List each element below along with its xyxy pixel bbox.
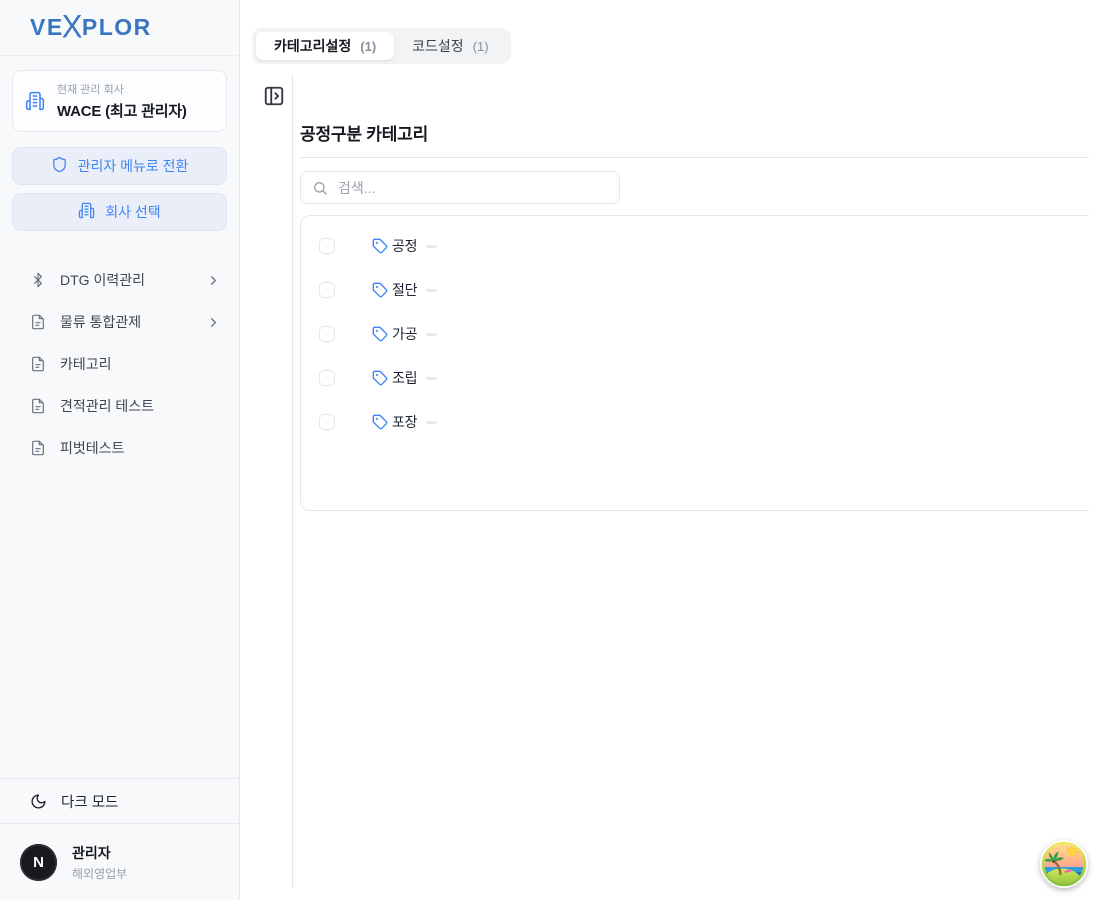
category-checkbox[interactable] — [319, 370, 335, 386]
tropical-island-icon — [1040, 840, 1088, 888]
tag-icon — [372, 238, 388, 254]
category-label: 조립 — [392, 368, 417, 388]
company-card-value: WACE (최고 관리자) — [57, 100, 187, 121]
sidebar-item-label: 견적관리 테스트 — [60, 396, 154, 416]
page-title: 공정구분 카테고리 — [300, 120, 428, 145]
title-divider — [300, 157, 1089, 158]
category-checkbox[interactable] — [319, 238, 335, 254]
category-label: 절단 — [392, 280, 417, 300]
document-icon — [30, 398, 46, 414]
category-search — [300, 171, 620, 204]
user-department: 해외영업부 — [72, 865, 127, 882]
category-row[interactable]: 가공 — [301, 320, 1089, 348]
switch-admin-menu-label: 관리자 메뉴로 전환 — [78, 156, 189, 176]
shield-icon — [51, 156, 68, 176]
search-input[interactable] — [336, 179, 608, 197]
sidebar-item-logistics-control[interactable]: 물류 통합관제 — [0, 304, 239, 340]
sidebar-item-quote-test[interactable]: 견적관리 테스트 — [0, 388, 239, 424]
avatar: N — [20, 844, 57, 881]
content-divider — [292, 75, 293, 888]
document-icon — [30, 440, 46, 456]
category-checkbox[interactable] — [319, 282, 335, 298]
avatar-initial: N — [33, 854, 44, 871]
category-dash — [426, 289, 437, 292]
tag-icon — [372, 370, 388, 386]
tag-icon — [372, 414, 388, 430]
switch-admin-menu-button[interactable]: 관리자 메뉴로 전환 — [12, 147, 227, 185]
sidebar-item-label: 물류 통합관제 — [60, 312, 141, 332]
app-window: VEXPLOR 현재 관리 회사 WACE (최고 관리자) 관리자 메뉴로 전… — [0, 0, 1100, 900]
vexplor-logo[interactable]: VEXPLOR — [30, 12, 152, 43]
category-dash — [426, 333, 437, 336]
category-row[interactable]: 조립 — [301, 364, 1089, 392]
building-icon — [25, 91, 45, 111]
document-icon — [30, 356, 46, 372]
current-company-card: 현재 관리 회사 WACE (최고 관리자) — [12, 70, 227, 132]
sidebar-item-label: DTG 이력관리 — [60, 270, 145, 290]
logo-area: VEXPLOR — [0, 0, 239, 56]
select-company-label: 회사 선택 — [105, 202, 160, 222]
sidebar-item-label: 피벗테스트 — [60, 438, 124, 458]
category-checkbox[interactable] — [319, 414, 335, 430]
user-profile[interactable]: N 관리자 해외영업부 — [0, 824, 239, 900]
category-dash — [426, 421, 437, 424]
main-content: 공정구분 카테고리 공정 — [300, 0, 1089, 900]
logo-text-right: PLOR — [82, 16, 152, 39]
logo-text-x: X — [62, 10, 84, 43]
tag-icon — [372, 282, 388, 298]
sidebar-item-category[interactable]: 카테고리 — [0, 346, 239, 382]
category-row[interactable]: 공정 — [301, 232, 1089, 260]
dark-mode-label: 다크 모드 — [61, 791, 118, 812]
sidebar-collapse-toggle-icon[interactable] — [263, 85, 285, 107]
chevron-right-icon — [206, 273, 221, 288]
category-label: 가공 — [392, 324, 417, 344]
category-dash — [426, 377, 437, 380]
moon-icon — [30, 793, 47, 810]
building-icon — [78, 202, 95, 222]
sidebar-item-pivot-test[interactable]: 피벗테스트 — [0, 430, 239, 466]
category-label: 공정 — [392, 236, 417, 256]
floating-widget-button[interactable] — [1040, 840, 1088, 888]
user-name: 관리자 — [72, 843, 127, 863]
category-row[interactable]: 포장 — [301, 408, 1089, 436]
select-company-button[interactable]: 회사 선택 — [12, 193, 227, 231]
category-row[interactable]: 절단 — [301, 276, 1089, 304]
bluetooth-icon — [30, 272, 46, 288]
company-card-label: 현재 관리 회사 — [57, 81, 187, 97]
search-icon — [312, 180, 328, 196]
sidebar-item-label: 카테고리 — [60, 354, 112, 374]
tag-icon — [372, 326, 388, 342]
category-label: 포장 — [392, 412, 417, 432]
chevron-right-icon — [206, 315, 221, 330]
dark-mode-toggle[interactable]: 다크 모드 — [0, 778, 239, 824]
logo-text-left: VE — [30, 16, 64, 39]
category-dash — [426, 245, 437, 248]
sidebar-nav: DTG 이력관리 물류 통합관제 카테고리 — [0, 262, 239, 466]
sidebar: VEXPLOR 현재 관리 회사 WACE (최고 관리자) 관리자 메뉴로 전… — [0, 0, 240, 900]
document-icon — [30, 314, 46, 330]
sidebar-item-dtg-history[interactable]: DTG 이력관리 — [0, 262, 239, 298]
category-panel: 공정 절단 — [300, 215, 1089, 513]
category-checkbox[interactable] — [319, 326, 335, 342]
